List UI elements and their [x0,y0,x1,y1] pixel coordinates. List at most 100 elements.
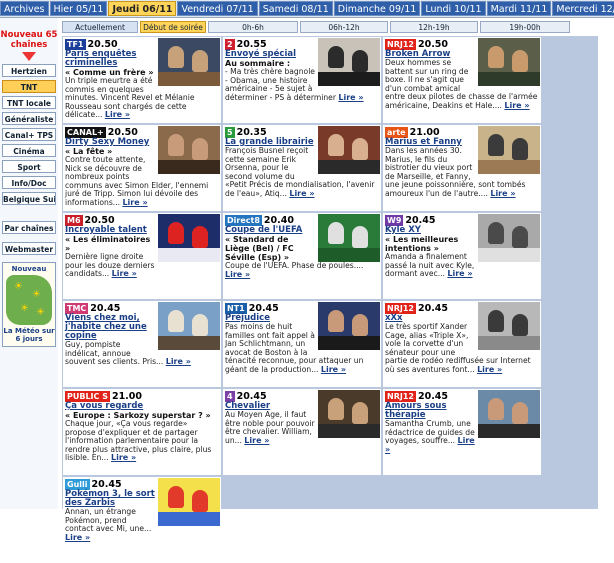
nav-item-canal-tps[interactable]: Canal+ TPS [2,128,56,141]
read-more-link[interactable]: Lire » [225,270,250,279]
read-more-link[interactable]: Lire » [477,365,502,374]
program-thumbnail[interactable] [318,214,380,262]
program-thumbnail[interactable] [158,214,220,262]
channel-logo-icon[interactable]: W9 [385,214,404,226]
program-time: 21.00 [409,126,440,138]
channel-logo-icon[interactable]: Gulli [65,478,90,490]
channel-logo-icon[interactable]: arte [385,126,408,138]
slot-tab[interactable]: 12h-19h [390,21,478,33]
channel-logo-icon[interactable]: Direct8 [225,214,262,226]
day-tab[interactable]: Lundi 10/11 [421,1,486,16]
channel-logo-icon[interactable]: NRJ12 [385,302,416,314]
thumbnail-ground [158,160,220,174]
nav-item-tnt[interactable]: TNT [2,80,56,93]
slot-tab[interactable]: 0h-6h [208,21,298,33]
program-thumbnail[interactable] [318,38,380,86]
thumbnail-figure [352,50,368,72]
read-more-link[interactable]: Lire » [244,436,269,445]
program-content: PUBLIC S 21.00 Ça vous regarde « Europe : S… [63,389,221,463]
channel-logo-icon[interactable]: NRJ12 [385,38,416,50]
channel-logo-icon[interactable]: NRJ12 [385,390,416,402]
channel-logo-icon[interactable]: CANAL+ [65,126,106,138]
read-more-link[interactable]: Lire » [385,436,475,454]
program-thumbnail[interactable] [158,478,220,526]
read-more-link[interactable]: Lire » [338,93,363,102]
read-more-link[interactable]: Lire » [112,269,137,278]
thumbnail-ground [158,336,220,350]
program-thumbnail[interactable] [318,126,380,174]
program-summary: Coupe de l'UEFA. Phase de poules.... Lir… [225,261,364,279]
day-tab[interactable]: Dimanche 09/11 [333,1,421,16]
program-card: NRJ12 20.45 Amours sous thérapie Samantha C… [383,389,541,475]
read-more-link[interactable]: Lire » [504,101,529,110]
program-thumbnail[interactable] [318,302,380,350]
channel-logo-icon[interactable]: 5 [225,126,235,138]
thumbnail-ground [158,512,220,526]
day-tab[interactable]: Jeudi 06/11 [108,1,177,16]
program-thumbnail[interactable] [158,38,220,86]
program-thumbnail[interactable] [478,38,540,86]
channel-logo-icon[interactable]: 4 [225,390,235,402]
thumbnail-figure [488,222,504,244]
promo-65-channels[interactable]: Nouveau 65 chaînes [0,18,58,50]
nav-item-belgique-suisse[interactable]: Belgique Suisse [2,192,56,205]
thumbnail-ground [318,336,380,350]
read-more-link[interactable]: Lire » [166,357,191,366]
day-tab[interactable]: Mercredi 12/11 [552,1,614,16]
read-more-link[interactable]: Lire » [111,453,136,463]
channel-logo-icon[interactable]: PUBLIC S [65,390,110,402]
read-more-link[interactable]: Lire » [490,189,515,198]
program-thumbnail[interactable] [158,302,220,350]
thumbnail-figure [352,138,368,160]
thumbnail-ground [478,424,540,438]
nav-item-tnt-locale[interactable]: TNT locale [2,96,56,109]
channel-logo-icon[interactable]: TMC [65,302,89,314]
slot-tab[interactable]: 19h-00h [480,21,570,33]
program-thumbnail[interactable] [478,302,540,350]
read-more-link[interactable]: Lire » [447,269,472,278]
day-tab[interactable]: Samedi 08/11 [258,1,333,16]
slot-tab[interactable]: 06h-12h [300,21,388,33]
channel-logo-icon[interactable]: M6 [65,214,83,226]
program-summary: Chaque jour, «Ça vous regarde» propose d… [65,419,212,463]
thumbnail-figure [192,138,208,160]
channel-logo-icon[interactable]: TF1 [65,38,86,50]
slot-tab[interactable]: Début de soirée [140,21,206,33]
program-thumbnail[interactable] [478,390,540,438]
day-tab[interactable]: Vendredi 07/11 [177,1,258,16]
channel-logo-icon[interactable]: 2 [225,38,235,50]
read-more-link[interactable]: Lire » [289,189,314,198]
day-tab[interactable]: Mardi 11/11 [486,1,552,16]
read-more-link[interactable]: Lire » [321,365,346,374]
nav-item-webmaster[interactable]: Webmaster [2,242,56,255]
nav-item-info-doc[interactable]: Info/Doc [2,176,56,189]
thumbnail-figure [488,46,504,68]
program-thumbnail[interactable] [478,214,540,262]
meteo-widget[interactable]: Nouveau ☀ ☀ ☀ ☀ La Météo sur 6 jours [2,262,56,347]
france-weather-map-icon: ☀ ☀ ☀ ☀ [6,275,52,325]
program-thumbnail[interactable] [158,126,220,174]
read-more-link[interactable]: Lire » [65,533,90,542]
thumbnail-figure [168,310,184,332]
thumbnail-figure [488,398,504,420]
channel-logo-icon[interactable]: NT1 [225,302,247,314]
program-time: 20.45 [248,302,279,314]
nav-item-par-cha-nes[interactable]: Par chaînes [2,221,56,234]
read-more-link[interactable]: Lire » [122,198,147,207]
nav-item-hertzien[interactable]: Hertzien [2,64,56,77]
day-tab[interactable]: Hier 05/11 [49,1,108,16]
slot-tab[interactable]: Actuellement [62,21,138,33]
program-thumbnail[interactable] [478,126,540,174]
program-title[interactable]: Ça vous regarde [65,402,219,411]
nav-item-sport[interactable]: Sport [2,160,56,173]
program-thumbnail[interactable] [318,390,380,438]
thumbnail-ground [318,160,380,174]
program-time: 20.45 [91,478,122,490]
read-more-link[interactable]: Lire » [105,110,130,120]
day-tab[interactable]: Archives [0,1,49,16]
nav-item-g-n-raliste[interactable]: Généraliste [2,112,56,125]
nav-item-cin-ma[interactable]: Cinéma [2,144,56,157]
thumbnail-ground [478,72,540,86]
program-card: NRJ12 20.45 xXx Le très sportif Xander Cage… [383,301,541,387]
program-card: TF1 20.50 Paris enquêtes criminelles « Comm… [63,37,221,123]
